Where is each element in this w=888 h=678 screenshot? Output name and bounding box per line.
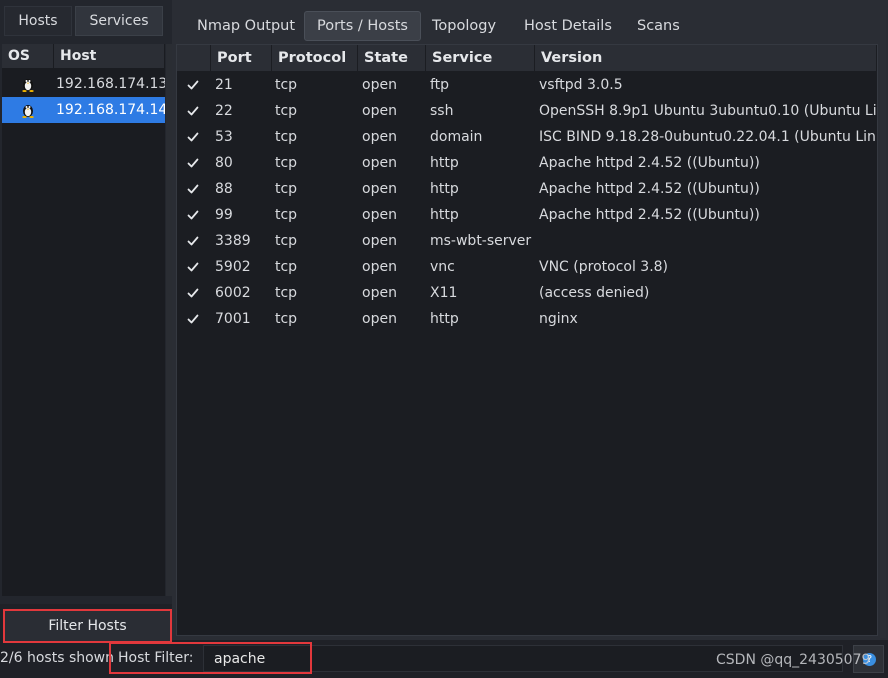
port-row[interactable]: 7001 tcp open http nginx [177, 306, 877, 332]
linux-tux-icon [22, 79, 34, 92]
service-cell: domain [430, 129, 483, 145]
port-cell: 53 [215, 129, 233, 145]
protocol-cell: tcp [275, 311, 298, 327]
state-cell: open [362, 129, 397, 145]
protocol-cell: tcp [275, 103, 298, 119]
column-header-protocol[interactable]: Protocol [272, 45, 358, 71]
version-cell: Apache httpd 2.4.52 ((Ubuntu)) [539, 207, 760, 223]
port-row[interactable]: 6002 tcp open X11 (access denied) [177, 280, 877, 306]
host-row[interactable]: 192.168.174.132 [2, 71, 165, 97]
tab-nmap-output[interactable]: Nmap Output [185, 11, 307, 41]
port-row[interactable]: 99 tcp open http Apache httpd 2.4.52 ((Ubunt… [177, 202, 877, 228]
linux-tux-icon [22, 105, 34, 118]
tab-ports-hosts[interactable]: Ports / Hosts [304, 11, 421, 41]
port-cell: 3389 [215, 233, 251, 249]
state-cell: open [362, 233, 397, 249]
tab-services[interactable]: Services [75, 6, 163, 36]
ports-scrollbar[interactable] [880, 10, 886, 638]
checkmark-icon [187, 106, 199, 116]
protocol-cell: tcp [275, 207, 298, 223]
service-cell: http [430, 181, 459, 197]
highlight-box [109, 642, 312, 674]
service-cell: vnc [430, 259, 455, 275]
version-cell: VNC (protocol 3.8) [539, 259, 669, 275]
version-cell: nginx [539, 311, 578, 327]
checkmark-icon [187, 132, 199, 142]
version-cell: Apache httpd 2.4.52 ((Ubuntu)) [539, 155, 760, 171]
service-cell: X11 [430, 285, 458, 301]
column-header-host[interactable]: Host [54, 44, 165, 68]
version-cell: (access denied) [539, 285, 650, 301]
service-cell: ms-wbt-server [430, 233, 532, 249]
checkmark-icon [187, 314, 199, 324]
checkmark-icon [187, 262, 199, 272]
service-cell: http [430, 311, 459, 327]
port-cell: 7001 [215, 311, 251, 327]
version-cell: OpenSSH 8.9p1 Ubuntu 3ubuntu0.10 (Ubuntu… [539, 103, 877, 119]
tab-scans[interactable]: Scans [625, 11, 692, 41]
column-header-service[interactable]: Service [426, 45, 535, 71]
tab-hosts[interactable]: Hosts [4, 6, 72, 36]
version-cell: vsftpd 3.0.5 [539, 77, 623, 93]
tab-host-details[interactable]: Host Details [512, 11, 624, 41]
watermark: CSDN @qq_24305079 [716, 652, 871, 668]
port-cell: 21 [215, 77, 233, 93]
host-row-selected[interactable]: 192.168.174.145 [2, 97, 165, 123]
hosts-shown-status: 2/6 hosts shown [0, 650, 115, 666]
port-cell: 22 [215, 103, 233, 119]
host-ip: 192.168.174.132 [56, 76, 165, 92]
state-cell: open [362, 259, 397, 275]
host-ip: 192.168.174.145 [56, 102, 165, 118]
state-cell: open [362, 181, 397, 197]
protocol-cell: tcp [275, 259, 298, 275]
port-row[interactable]: 5902 tcp open vnc VNC (protocol 3.8) [177, 254, 877, 280]
service-cell: http [430, 155, 459, 171]
state-cell: open [362, 77, 397, 93]
column-header-version[interactable]: Version [535, 45, 877, 71]
version-cell: Apache httpd 2.4.52 ((Ubuntu)) [539, 181, 760, 197]
service-cell: ftp [430, 77, 450, 93]
ports-table: Port Protocol State Service Version 21 tc… [176, 44, 878, 636]
port-row[interactable]: 21 tcp open ftp vsftpd 3.0.5 [177, 72, 877, 98]
port-cell: 5902 [215, 259, 251, 275]
state-cell: open [362, 207, 397, 223]
checkmark-icon [187, 158, 199, 168]
filter-hosts-button[interactable]: Filter Hosts [3, 609, 172, 643]
protocol-cell: tcp [275, 155, 298, 171]
port-row[interactable]: 22 tcp open ssh OpenSSH 8.9p1 Ubuntu 3ubuntu… [177, 98, 877, 124]
port-row[interactable]: 53 tcp open domain ISC BIND 9.18.28-0ubuntu0… [177, 124, 877, 150]
state-cell: open [362, 311, 397, 327]
state-cell: open [362, 103, 397, 119]
port-cell: 80 [215, 155, 233, 171]
column-header-state[interactable]: State [358, 45, 426, 71]
tab-topology[interactable]: Topology [420, 11, 508, 41]
checkmark-icon [187, 288, 199, 298]
port-row[interactable]: 88 tcp open http Apache httpd 2.4.52 ((Ubunt… [177, 176, 877, 202]
port-row[interactable]: 80 tcp open http Apache httpd 2.4.52 ((Ubunt… [177, 150, 877, 176]
protocol-cell: tcp [275, 285, 298, 301]
port-row[interactable]: 3389 tcp open ms-wbt-server [177, 228, 877, 254]
port-cell: 99 [215, 207, 233, 223]
checkmark-icon [187, 210, 199, 220]
column-header-check[interactable] [177, 45, 211, 71]
protocol-cell: tcp [275, 129, 298, 145]
port-cell: 6002 [215, 285, 251, 301]
hosts-table: OS Host 192.168.174.132 192.168.174.145 [2, 44, 165, 596]
protocol-cell: tcp [275, 181, 298, 197]
protocol-cell: tcp [275, 77, 298, 93]
version-cell: ISC BIND 9.18.28-0ubuntu0.22.04.1 (Ubunt… [539, 129, 877, 145]
service-cell: http [430, 207, 459, 223]
port-cell: 88 [215, 181, 233, 197]
protocol-cell: tcp [275, 233, 298, 249]
column-header-port[interactable]: Port [211, 45, 272, 71]
checkmark-icon [187, 80, 199, 90]
state-cell: open [362, 285, 397, 301]
checkmark-icon [187, 236, 199, 246]
checkmark-icon [187, 184, 199, 194]
state-cell: open [362, 155, 397, 171]
service-cell: ssh [430, 103, 454, 119]
column-header-os[interactable]: OS [2, 44, 54, 68]
